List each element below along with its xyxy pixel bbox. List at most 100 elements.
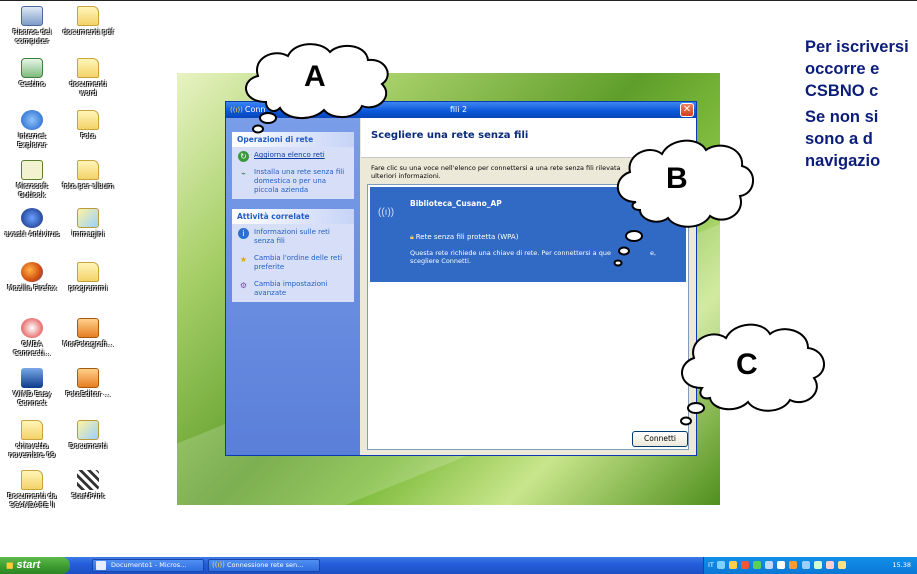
onda-icon bbox=[21, 318, 43, 338]
tray-status-icon[interactable] bbox=[753, 561, 762, 569]
network-security: 🔒︎ Rete senza fili protetta (WPA) bbox=[410, 233, 518, 242]
taskbar-item-word[interactable]: Documento1 - Micros... bbox=[92, 559, 204, 572]
instruction-line-5: sono a d bbox=[805, 130, 873, 148]
app-icon bbox=[77, 318, 99, 338]
desktop-icon-label: Risorse del computer bbox=[12, 28, 52, 45]
word-icon bbox=[96, 561, 106, 570]
taskbar-item-wireless-label: Connessione rete sen... bbox=[227, 561, 304, 569]
desktop-icon[interactable]: Documenti da SCANDARE ll bbox=[4, 470, 60, 510]
change-network-order-link[interactable]: ★ Cambia l'ordine delle reti preferite bbox=[232, 250, 354, 276]
close-button[interactable]: ✕ bbox=[680, 103, 694, 117]
desktop-icon-label: Documenti da SCANDARE ll bbox=[7, 492, 57, 509]
start-label: start bbox=[16, 559, 41, 571]
folder-icon bbox=[77, 110, 99, 130]
tray-security-icon[interactable] bbox=[813, 561, 822, 569]
antenna-icon: ((ı)) bbox=[378, 207, 395, 218]
system-tray: IT 15.38 bbox=[703, 557, 917, 574]
desktop-icon-label: programmi bbox=[68, 284, 108, 292]
instruction-line-4: Se non si bbox=[805, 108, 879, 126]
advanced-settings-link[interactable]: ⚙ Cambia impostazioni avanzate bbox=[232, 276, 354, 302]
desktop-icon[interactable]: FotoEditor ... bbox=[60, 368, 116, 399]
desktop-icon[interactable]: WIND Easy Connect bbox=[4, 368, 60, 408]
desktop-icon-label: documenti word bbox=[69, 80, 107, 97]
desktop-icon[interactable]: documenti word bbox=[60, 58, 116, 98]
desktop-icon[interactable]: Risorse del computer bbox=[4, 6, 60, 46]
setup-home-network-link[interactable]: ⌁ Installa una rete senza fili domestica… bbox=[232, 164, 354, 199]
star-icon: ★ bbox=[239, 255, 248, 264]
tray-misc-icon[interactable] bbox=[837, 561, 846, 569]
desktop-icon[interactable]: Mozilla Firefox bbox=[4, 262, 60, 293]
callout-b-letter: B bbox=[666, 162, 688, 195]
recycle-bin-icon bbox=[21, 58, 43, 78]
desktop-icon[interactable]: chiavetta novembre 09 bbox=[4, 420, 60, 460]
network-ssid: Biblioteca_Cusano_AP bbox=[410, 199, 502, 208]
wind-icon bbox=[21, 368, 43, 388]
network-message-line-2: scegliere Connetti. bbox=[410, 257, 472, 265]
tray-antivirus-icon[interactable] bbox=[741, 561, 750, 569]
instruction-text-2: Se non si sono a d navigazio bbox=[805, 106, 917, 172]
top-border bbox=[0, 0, 917, 1]
desktop-icon-label: Microsoft Outlook bbox=[16, 182, 48, 199]
firefox-icon bbox=[21, 262, 43, 282]
desktop-icon-label: WIND Easy Connect bbox=[12, 390, 52, 407]
desktop-icon-label: Documenti bbox=[68, 442, 108, 450]
outlook-icon bbox=[21, 160, 43, 180]
refresh-network-list-link[interactable]: ↻ Aggiorna elenco reti bbox=[232, 147, 354, 164]
start-button[interactable]: ◼ start bbox=[0, 557, 70, 574]
desktop-icon[interactable]: MorFotografi... bbox=[60, 318, 116, 349]
taskbar: ◼ start Documento1 - Micros... ((ı)) Conne… bbox=[0, 557, 917, 574]
desktop-icon-label: StartPrint bbox=[71, 492, 105, 500]
folder-icon bbox=[77, 160, 99, 180]
desktop-icon[interactable]: programmi bbox=[60, 262, 116, 293]
connect-button[interactable]: Connetti bbox=[632, 431, 688, 447]
desktop-icon-label: Internet Explorer bbox=[17, 132, 47, 149]
tray-wireless-icon[interactable] bbox=[765, 561, 774, 569]
desktop-icon[interactable]: ONDA Connecti... bbox=[4, 318, 60, 358]
wireless-info-link[interactable]: i Informazioni sulle reti senza fili bbox=[232, 224, 354, 250]
callout-a-letter: A bbox=[304, 60, 326, 93]
taskbar-item-wireless[interactable]: ((ı)) Connessione rete sen... bbox=[208, 559, 320, 572]
windows-flag-icon: ◼ bbox=[6, 560, 14, 570]
clock[interactable]: 15.38 bbox=[892, 557, 911, 574]
desktop-icon-label: avast! Antivirus bbox=[4, 230, 60, 238]
tray-app-icon[interactable] bbox=[777, 561, 786, 569]
advanced-settings-label: Cambia impostazioni avanzate bbox=[254, 280, 328, 297]
folder-icon bbox=[21, 470, 43, 490]
folder-icon bbox=[77, 6, 99, 26]
language-indicator[interactable]: IT bbox=[708, 561, 714, 569]
instruction-line-2: occorre e bbox=[805, 60, 880, 78]
refresh-icon: ↻ bbox=[238, 151, 249, 162]
ie-icon bbox=[21, 110, 43, 130]
tray-messenger-icon[interactable] bbox=[825, 561, 834, 569]
dialog-title-tail: fili 2 bbox=[450, 105, 468, 114]
desktop-icon[interactable]: documenti pdf bbox=[60, 6, 116, 37]
folder-icon bbox=[77, 262, 99, 282]
desktop-icon[interactable]: Cestino bbox=[4, 58, 60, 89]
desktop-icon-label: Foto bbox=[80, 132, 96, 140]
tray-update-icon[interactable] bbox=[789, 561, 798, 569]
taskbar-item-word-label: Documento1 - Micros... bbox=[111, 561, 187, 569]
desktop-icon[interactable]: avast! Antivirus bbox=[4, 208, 60, 239]
instruction-line-6: navigazio bbox=[805, 152, 881, 170]
desktop-icon[interactable]: Documenti bbox=[60, 420, 116, 451]
documents-icon bbox=[77, 420, 99, 440]
close-icon: ✕ bbox=[682, 104, 692, 115]
desktop-icon-label: Cestino bbox=[18, 80, 46, 88]
desktop-icon[interactable]: foto per album bbox=[60, 160, 116, 191]
tray-warning-icon[interactable] bbox=[729, 561, 738, 569]
desktop-icon-label: FotoEditor ... bbox=[65, 390, 111, 398]
tray-network-icon[interactable] bbox=[716, 561, 725, 569]
image-folder-icon bbox=[77, 208, 99, 228]
desktop-icon-label: Mozilla Firefox bbox=[7, 284, 57, 292]
network-setup-icon: ⌁ bbox=[241, 169, 246, 178]
callout-c: C bbox=[672, 318, 832, 428]
desktop-icon[interactable]: Foto bbox=[60, 110, 116, 141]
desktop-icon[interactable]: StartPrint bbox=[60, 470, 116, 501]
desktop-icon[interactable]: Internet Explorer bbox=[4, 110, 60, 150]
desktop-icon-label: documenti pdf bbox=[62, 28, 114, 36]
desktop-icon[interactable]: immagini bbox=[60, 208, 116, 239]
instruction-text-1: Per iscriversi occorre e CSBNO c bbox=[805, 36, 917, 102]
desktop-icon-label: chiavetta novembre 09 bbox=[8, 442, 56, 459]
desktop-icon[interactable]: Microsoft Outlook bbox=[4, 160, 60, 200]
tray-volume-icon[interactable] bbox=[801, 561, 810, 569]
